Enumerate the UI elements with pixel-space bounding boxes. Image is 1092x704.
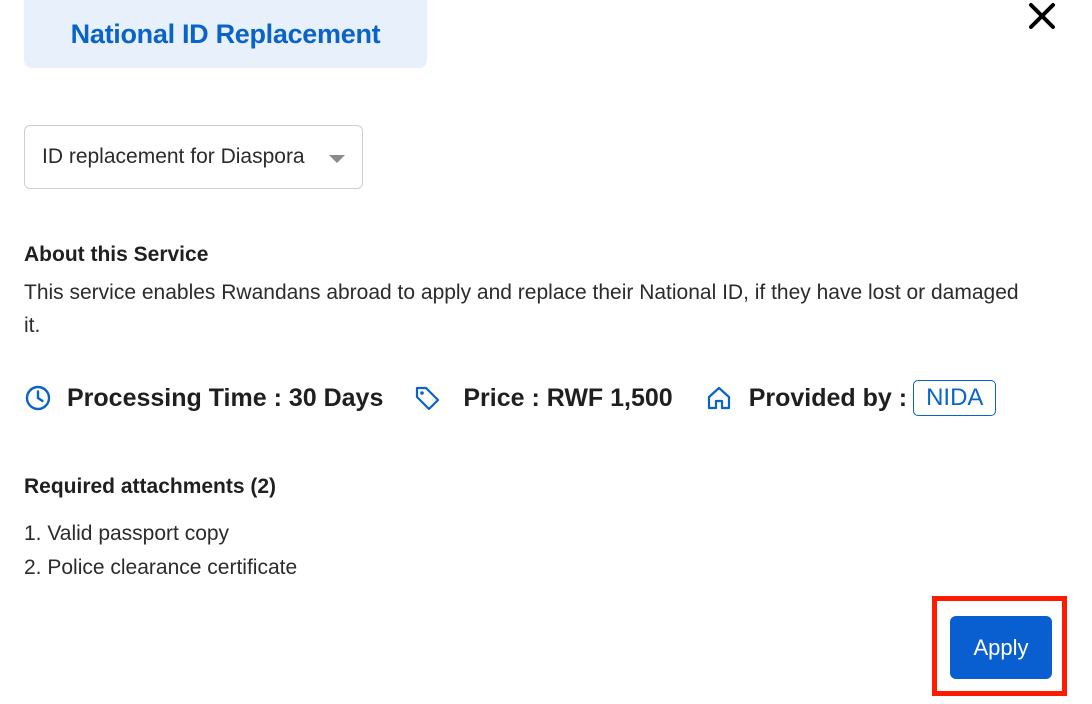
close-button[interactable] xyxy=(1026,0,1058,32)
service-type-select[interactable]: ID replacement for Diaspora xyxy=(24,125,363,189)
apply-button[interactable]: Apply xyxy=(950,616,1052,679)
service-meta: Processing Time : 30 Days Price : RWF 1,… xyxy=(24,378,997,418)
about-heading: About this Service xyxy=(24,243,209,266)
home-icon xyxy=(707,386,730,410)
processing-time: Processing Time : 30 Days xyxy=(24,384,383,413)
about-description: This service enables Rwandans abroad to … xyxy=(24,281,1019,337)
attachments-heading: Required attachments (2) xyxy=(24,475,277,498)
service-modal: National ID Replacement ID replacement f… xyxy=(0,0,1092,704)
processing-time-text: Processing Time : 30 Days xyxy=(67,383,384,412)
price-tag-icon xyxy=(416,386,440,411)
service-type-selected: ID replacement for Diaspora xyxy=(42,145,305,168)
page-title: National ID Replacement xyxy=(70,18,381,49)
price-text: Price : RWF 1,500 xyxy=(463,383,673,412)
list-item: 2. Police clearance certificate xyxy=(24,556,298,579)
provided-by-label: Provided by : xyxy=(748,383,908,412)
service-title-chip: National ID Replacement xyxy=(24,0,427,68)
clock-icon xyxy=(25,385,51,411)
price: Price : RWF 1,500 xyxy=(413,383,673,413)
provider-badge[interactable]: NIDA xyxy=(913,380,997,416)
chevron-down-icon xyxy=(329,155,345,163)
provider: Provided by : NIDA xyxy=(705,380,997,416)
list-item: 1. Valid passport copy xyxy=(24,522,230,545)
attachments-list: 1. Valid passport copy 2. Police clearan… xyxy=(24,518,297,586)
close-icon xyxy=(1029,3,1055,29)
